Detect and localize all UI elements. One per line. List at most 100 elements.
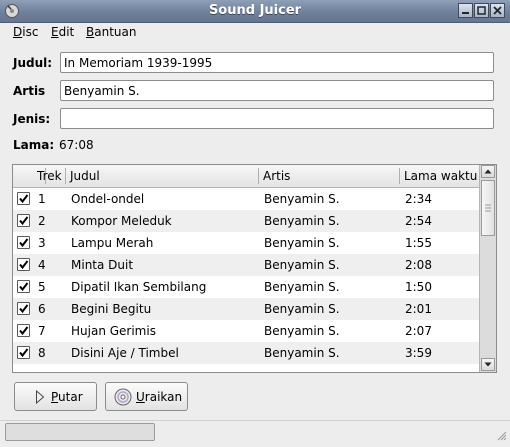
menu-edit-mnemonic: E: [51, 25, 59, 39]
play-mnemonic: P: [51, 390, 59, 404]
extract-label-rest: raikan: [144, 390, 183, 404]
track-duration: 1:55: [405, 236, 432, 250]
track-artist: Benyamin S.: [264, 236, 340, 250]
table-row[interactable]: 3 Lampu Merah Benyamin S. 1:55: [13, 232, 479, 254]
play-button[interactable]: Putar: [14, 382, 97, 411]
table-row[interactable]: 8 Disini Aje / Timbel Benyamin S. 3:59: [13, 342, 479, 364]
track-number: 5: [38, 280, 46, 294]
track-artist: Benyamin S.: [264, 302, 340, 316]
play-label-rest: utar: [58, 390, 83, 404]
close-icon: [493, 6, 502, 15]
title-label: Judul:: [13, 56, 53, 70]
scroll-down-button[interactable]: [481, 358, 495, 371]
table-row[interactable]: 2 Kompor Meleduk Benyamin S. 2:54: [13, 210, 479, 232]
genre-label: Jenis:: [13, 112, 51, 126]
progress-bar: [5, 423, 155, 441]
track-duration: 2:01: [405, 302, 432, 316]
extract-button[interactable]: Uraikan: [105, 382, 188, 411]
scrollbar-thumb[interactable]: [481, 180, 495, 236]
genre-field[interactable]: [60, 108, 494, 129]
menu-disc-mnemonic: D: [13, 25, 23, 39]
resize-grip-icon[interactable]: [495, 429, 507, 441]
table-row[interactable]: 6 Begini Begitu Benyamin S. 2:01: [13, 298, 479, 320]
menu-help-mnemonic: B: [86, 25, 95, 39]
menu-help[interactable]: Bantuan: [86, 25, 136, 39]
menubar: Disc Edit Bantuan: [0, 23, 510, 43]
track-artist: Benyamin S.: [264, 258, 340, 272]
play-label: Putar: [51, 390, 83, 404]
track-checkbox[interactable]: [17, 192, 30, 205]
track-number: 8: [38, 346, 46, 360]
track-list-header: Trek Judul Artis Lama waktu: [13, 165, 479, 188]
extract-label: Uraikan: [136, 390, 182, 404]
track-checkbox[interactable]: [17, 236, 30, 249]
track-artist: Benyamin S.: [264, 280, 340, 294]
scroll-up-button[interactable]: [481, 165, 495, 178]
arrow-down-icon: [484, 362, 492, 367]
track-checkbox[interactable]: [17, 258, 30, 271]
track-artist: Benyamin S.: [264, 214, 340, 228]
play-icon: [36, 390, 45, 404]
track-checkbox[interactable]: [17, 302, 30, 315]
cd-icon: [114, 388, 132, 406]
checkmark-icon: [19, 304, 29, 314]
minimize-button[interactable]: [458, 3, 473, 18]
vertical-scrollbar[interactable]: [479, 165, 496, 372]
duration-label: Lama:: [13, 138, 55, 152]
close-button[interactable]: [490, 3, 505, 18]
track-checkbox[interactable]: [17, 346, 30, 359]
table-row[interactable]: 4 Minta Duit Benyamin S. 2:08: [13, 254, 479, 276]
track-title: Minta Duit: [71, 258, 134, 272]
arrow-up-icon: [484, 169, 492, 174]
column-header-track[interactable]: Trek: [37, 169, 62, 183]
genre-input[interactable]: [61, 110, 484, 127]
maximize-icon: [477, 6, 486, 15]
maximize-button[interactable]: [474, 3, 489, 18]
track-duration: 2:07: [405, 324, 432, 338]
track-artist: Benyamin S.: [264, 346, 340, 360]
track-checkbox[interactable]: [17, 214, 30, 227]
checkmark-icon: [19, 216, 29, 226]
artist-field[interactable]: [60, 80, 494, 101]
grip-icon: [485, 204, 491, 212]
column-header-duration[interactable]: Lama waktu: [404, 169, 477, 183]
track-duration: 3:59: [405, 346, 432, 360]
track-duration: 2:54: [405, 214, 432, 228]
track-title: Kompor Meleduk: [71, 214, 172, 228]
checkmark-icon: [19, 282, 29, 292]
table-row[interactable]: 7 Hujan Gerimis Benyamin S. 2:07: [13, 320, 479, 342]
menu-disc-label: isc: [22, 25, 39, 39]
statusbar: [0, 420, 510, 447]
table-row[interactable]: 5 Dipatil Ikan Sembilang Benyamin S. 1:50: [13, 276, 479, 298]
track-list[interactable]: Trek Judul Artis Lama waktu 1 Ondel-ondel…: [12, 164, 497, 373]
menu-edit[interactable]: Edit: [51, 25, 74, 39]
column-header-title[interactable]: Judul: [70, 169, 100, 183]
extract-mnemonic: U: [136, 390, 145, 404]
column-separator: [65, 168, 66, 184]
minimize-icon: [462, 12, 469, 14]
track-number: 3: [38, 236, 46, 250]
track-duration: 2:08: [405, 258, 432, 272]
checkmark-icon: [19, 260, 29, 270]
table-row[interactable]: 1 Ondel-ondel Benyamin S. 2:34: [13, 188, 479, 210]
menu-disc[interactable]: Disc: [13, 25, 38, 39]
track-number: 7: [38, 324, 46, 338]
track-duration: 1:50: [405, 280, 432, 294]
checkmark-icon: [19, 348, 29, 358]
window-title: Sound Juicer: [208, 3, 302, 18]
menu-edit-label: dit: [58, 25, 75, 39]
track-checkbox[interactable]: [17, 280, 30, 293]
title-field[interactable]: [60, 52, 494, 73]
track-duration: 2:34: [405, 192, 432, 206]
track-checkbox[interactable]: [17, 324, 30, 337]
title-input[interactable]: [61, 54, 484, 71]
checkmark-icon: [19, 238, 29, 248]
column-header-artist[interactable]: Artis: [263, 169, 290, 183]
column-separator: [399, 168, 400, 184]
track-title: Dipatil Ikan Sembilang: [71, 280, 207, 294]
checkmark-icon: [19, 326, 29, 336]
artist-input[interactable]: [61, 82, 484, 99]
track-number: 6: [38, 302, 46, 316]
window-titlebar[interactable]: Sound Juicer: [0, 0, 510, 23]
track-number: 4: [38, 258, 46, 272]
